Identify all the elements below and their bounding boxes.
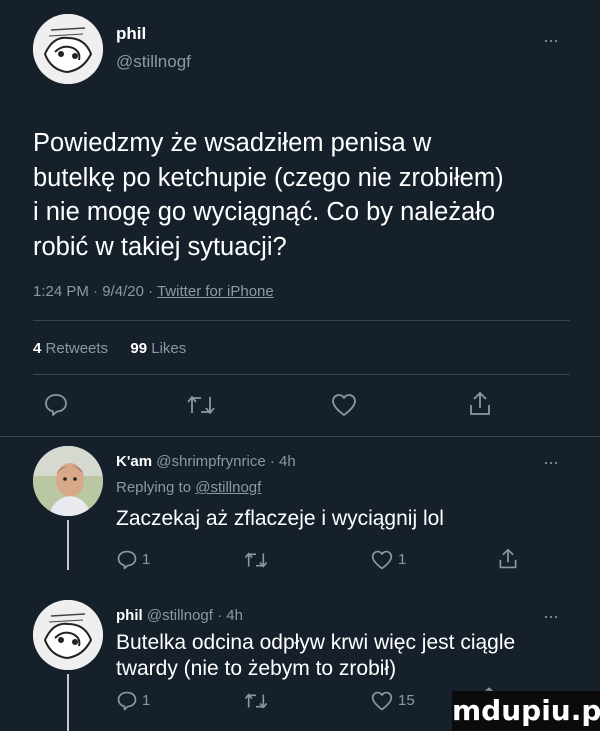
tweet-date[interactable]: 9/4/20 [102, 283, 144, 300]
reply-icon[interactable] [43, 392, 69, 418]
like-count: 15 [398, 692, 415, 709]
tweet-time[interactable]: 1:24 PM [33, 283, 89, 300]
reply-text: Butelka odcina odpływ krwi więc jest cią… [116, 630, 515, 682]
reply-text-line: Butelka odcina odpływ krwi więc jest cią… [116, 631, 516, 654]
likes-label[interactable]: Likes [151, 340, 186, 357]
reply-header: phil @stillnogf · 4h [116, 607, 243, 624]
tweet-text-line: Powiedzmy że wsadziłem penisa w [33, 129, 432, 157]
reply-count: 1 [142, 692, 151, 709]
thread-line [67, 674, 69, 731]
retweet-icon[interactable] [185, 392, 217, 418]
meta-separator: · [93, 283, 99, 300]
more-options-icon[interactable]: ··· [543, 30, 559, 51]
tweet-meta: 1:24 PM · 9/4/20 · Twitter for iPhone [33, 283, 274, 300]
tweet-text-line: butelkę po ketchupie (czego nie zrobiłem… [33, 163, 504, 192]
meta-separator: · [148, 283, 154, 300]
like-icon[interactable] [370, 549, 394, 571]
reply-icon[interactable] [116, 690, 138, 712]
author-avatar[interactable] [33, 14, 103, 84]
replying-to-handle[interactable]: @stillnogf [195, 479, 261, 496]
retweets-count[interactable]: 4 [33, 340, 41, 357]
avatar-drawing [33, 600, 103, 670]
reply-icon[interactable] [116, 549, 138, 571]
reply-text: Zaczekaj aż zflaczeje i wyciągnij lol [116, 507, 444, 530]
likes-count[interactable]: 99 [130, 340, 147, 357]
meta-separator: · [217, 607, 223, 624]
reply-avatar[interactable] [33, 446, 103, 516]
reply-display-name[interactable]: K'am [116, 453, 152, 470]
reply-more-icon[interactable]: ··· [543, 606, 559, 627]
tweet-source-link[interactable]: Twitter for iPhone [157, 283, 274, 300]
replying-to: Replying to @stillnogf [116, 479, 261, 496]
reply-text-line: twardy (nie to żebym to zrobił) [116, 657, 397, 680]
reply-age[interactable]: 4h [226, 607, 243, 624]
tweet-text: Powiedzmy że wsadziłem penisa w butelkę … [33, 126, 593, 264]
reply-age[interactable]: 4h [279, 453, 296, 470]
avatar-drawing [33, 14, 103, 84]
reply-avatar[interactable] [33, 600, 103, 670]
reply-header: K'am @shrimpfrynrice · 4h [116, 453, 296, 470]
engagement-stats: 4 Retweets 99 Likes [33, 340, 186, 357]
share-icon[interactable] [467, 390, 493, 418]
retweet-icon[interactable] [243, 690, 269, 712]
like-icon[interactable] [330, 392, 358, 418]
retweet-icon[interactable] [243, 549, 269, 571]
tweet-text-line: i nie mogę go wyciągnąć. Co by należało [33, 198, 496, 226]
like-count: 1 [398, 551, 407, 568]
divider [0, 436, 600, 437]
divider [33, 320, 570, 321]
meta-separator: · [269, 453, 275, 470]
retweets-label[interactable]: Retweets [46, 340, 109, 357]
reply-handle[interactable]: @shrimpfrynrice [156, 453, 265, 470]
avatar-photo [33, 446, 103, 516]
author-handle[interactable]: @stillnogf [116, 52, 191, 72]
reply-more-icon[interactable]: ··· [543, 452, 559, 473]
share-icon[interactable] [497, 547, 519, 571]
like-icon[interactable] [370, 690, 394, 712]
reply-display-name[interactable]: phil [116, 607, 143, 624]
reply-handle[interactable]: @stillnogf [147, 607, 213, 624]
replying-to-label: Replying to [116, 479, 192, 496]
author-display-name[interactable]: phil [116, 24, 146, 44]
thread-line [67, 520, 69, 570]
tweet-text-line: robić w takiej sytuacji? [33, 232, 287, 261]
divider [33, 374, 570, 375]
watermark-logo: mdupiu.pl [452, 691, 600, 731]
reply-count: 1 [142, 551, 151, 568]
